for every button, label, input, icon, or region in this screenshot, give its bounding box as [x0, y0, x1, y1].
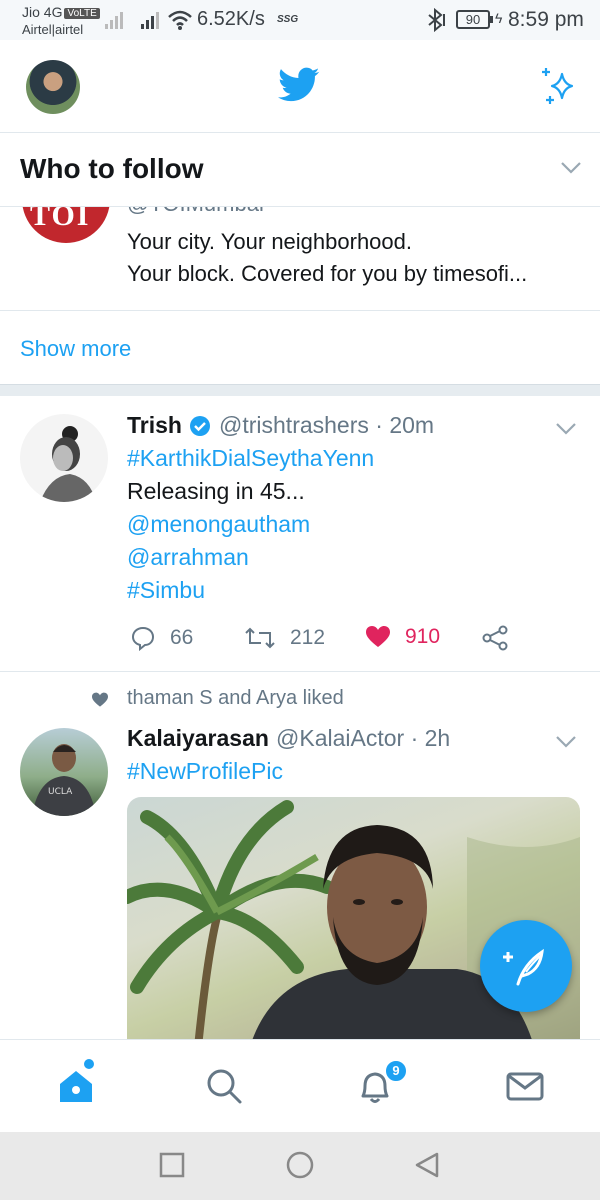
network-speed: 6.52K/s [197, 8, 265, 30]
back-icon[interactable] [412, 1150, 442, 1180]
avatar[interactable] [20, 414, 108, 502]
home-new-indicator [84, 1059, 94, 1069]
battery-indicator: 90 [456, 10, 493, 29]
chevron-down-icon[interactable] [560, 161, 582, 175]
heart-icon [92, 692, 108, 707]
system-nav-bar [0, 1132, 600, 1200]
heart-icon [366, 626, 390, 647]
avatar[interactable]: UCLA [20, 728, 108, 816]
ssg-label: SSG [277, 14, 299, 25]
mail-icon[interactable] [505, 1066, 545, 1106]
twitter-bird-icon [278, 67, 320, 102]
hashtag-link[interactable]: #Simbu [127, 577, 205, 604]
recents-icon[interactable] [158, 1150, 186, 1180]
author-handle-time: @trishtrashers · 20m [219, 412, 435, 438]
carrier-1: Jio 4G VoLTE [22, 4, 100, 20]
retweet-count: 212 [290, 626, 326, 649]
suggestion-handle: @TOIMumbai [127, 207, 264, 217]
hashtag-link[interactable]: #KarthikDialSeythaYenn [127, 445, 374, 472]
hashtag-link[interactable]: #NewProfilePic [127, 758, 283, 785]
like-count: 910 [405, 625, 441, 648]
home-icon[interactable] [56, 1066, 96, 1106]
author-name[interactable]: Trish [127, 412, 182, 439]
svg-text:UCLA: UCLA [48, 787, 73, 797]
bottom-nav: 9 [0, 1039, 600, 1132]
avatar-image: UCLA [32, 744, 96, 816]
reply-icon [131, 626, 155, 651]
reply-count: 66 [170, 626, 194, 649]
tweet-text: Releasing in 45... [127, 478, 305, 504]
clock: 8:59 pm [508, 8, 584, 31]
verified-badge-icon [190, 416, 210, 436]
search-icon[interactable] [204, 1066, 244, 1106]
toi-logo: TOI [22, 207, 110, 243]
tweet[interactable]: Trish @trishtrashers · 20m #KarthikDialS… [0, 396, 600, 672]
reply-button[interactable]: 66 [130, 625, 193, 651]
notification-badge: 9 [384, 1059, 408, 1083]
signal-icon [141, 12, 159, 29]
section-title: Who to follow [20, 153, 204, 184]
home-circle-icon[interactable] [285, 1150, 315, 1180]
divider [0, 384, 600, 396]
carrier-2: Airtel|airtel [22, 22, 84, 37]
status-bar: Jio 4G VoLTE Airtel|airtel 6.52K/s SSG 90… [0, 0, 600, 40]
avatar-image [20, 414, 108, 502]
bluetooth-icon [428, 8, 445, 32]
chevron-down-icon[interactable] [555, 735, 577, 749]
author-handle-time: @KalaiActor · 2h [276, 725, 451, 751]
sparkle-icon[interactable] [538, 64, 582, 108]
wifi-icon [168, 10, 192, 30]
mention-link[interactable]: @menongautham [127, 511, 310, 538]
retweet-button[interactable]: 212 [244, 625, 325, 651]
signal-icon [105, 12, 123, 29]
retweet-icon [245, 627, 275, 649]
like-button[interactable]: 910 [365, 625, 440, 649]
who-to-follow-header: Who to follow [0, 133, 600, 207]
social-context: thaman S and Arya liked [127, 687, 344, 709]
volte-badge: VoLTE [64, 8, 100, 19]
chevron-down-icon[interactable] [555, 422, 577, 436]
suggestion-bio: Your block. Covered for you by timesofi.… [127, 261, 528, 286]
compose-tweet-button[interactable] [480, 920, 572, 1012]
charging-icon: ϟ [495, 10, 503, 26]
profile-avatar[interactable] [26, 60, 80, 114]
compose-feather-icon [503, 948, 544, 986]
follow-suggestion[interactable]: TOI @TOIMumbai Your city. Your neighborh… [0, 207, 600, 311]
mention-link[interactable]: @arrahman [127, 544, 249, 571]
share-icon[interactable] [481, 625, 509, 651]
app-header [0, 40, 600, 133]
author-name[interactable]: Kalaiyarasan [127, 725, 269, 752]
suggestion-bio: Your city. Your neighborhood. [127, 229, 413, 254]
show-more-link[interactable]: Show more [20, 336, 131, 362]
